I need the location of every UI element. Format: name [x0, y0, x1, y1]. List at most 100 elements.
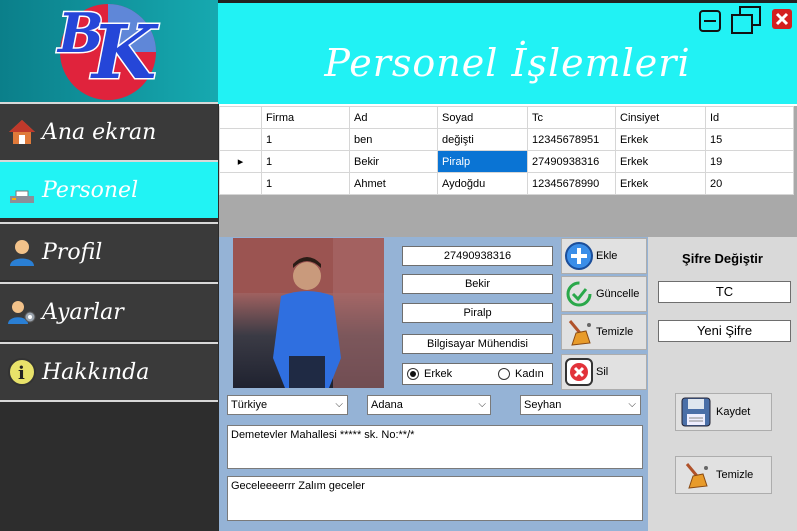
table-row[interactable]: 1 Ahmet Aydoğdu 12345678990 Erkek 20 [219, 172, 794, 195]
column-header-ad[interactable]: Ad [349, 106, 438, 129]
table-cell[interactable]: Bekir [349, 150, 438, 173]
save-button[interactable]: Kaydet [675, 393, 772, 431]
row-header[interactable] [219, 172, 262, 195]
sidebar-item-personel[interactable]: Personel [0, 160, 218, 218]
user-settings-icon [5, 295, 39, 329]
new-password-field[interactable]: Yeni Şifre [658, 320, 791, 342]
table-cell-selected[interactable]: Piralp [437, 150, 528, 173]
chevron-down-icon: ⌵ [335, 399, 343, 410]
update-button[interactable]: Güncelle [561, 276, 647, 312]
city-select[interactable]: Adana ⌵ [367, 395, 491, 415]
last-name-field[interactable]: Piralp [402, 303, 553, 323]
table-cell[interactable]: Erkek [615, 128, 706, 151]
column-header-firma[interactable]: Firma [261, 106, 350, 129]
header: Personel İşlemleri [218, 0, 797, 104]
sidebar-item-profil[interactable]: Profil [0, 222, 218, 280]
sidebar-item-ayarlar[interactable]: Ayarlar [0, 282, 218, 340]
refresh-check-icon [562, 277, 596, 311]
app-logo: B K [0, 0, 218, 102]
sidebar-item-ana-ekran[interactable]: Ana ekran [0, 102, 218, 160]
table-cell[interactable]: değişti [437, 128, 528, 151]
delete-button-label: Sil [596, 366, 609, 378]
table-row[interactable]: 1 ben değişti 12345678951 Erkek 15 [219, 128, 794, 151]
radio-unchecked-icon [498, 368, 510, 380]
table-cell[interactable]: Erkek [615, 172, 706, 195]
clear-button-label: Temizle [596, 326, 634, 338]
gender-group: Erkek Kadın [402, 363, 553, 385]
table-cell[interactable]: 1 [261, 172, 350, 195]
table-cell[interactable]: Aydoğdu [437, 172, 528, 195]
chevron-down-icon: ⌵ [478, 399, 486, 410]
tc-field[interactable]: 27490938316 [402, 246, 553, 266]
gender-male-radio[interactable]: Erkek [407, 368, 452, 380]
save-button-label: Kaydet [716, 406, 751, 418]
table-cell[interactable]: Erkek [615, 150, 706, 173]
table-cell[interactable]: 1 [261, 150, 350, 173]
password-panel: Şifre Değiştir TC Yeni Şifre Kaydet Temi… [648, 237, 797, 531]
personnel-form: 27490938316 Bekir Piralp Bilgisayar Mühe… [219, 237, 648, 531]
home-icon [5, 115, 39, 149]
password-clear-button[interactable]: Temizle [675, 456, 772, 494]
table-cell[interactable]: ben [349, 128, 438, 151]
plus-icon [562, 239, 596, 273]
personnel-table: Firma Ad Soyad Tc Cinsiyet Id 1 ben deği… [219, 106, 794, 195]
column-header-cinsiyet[interactable]: Cinsiyet [615, 106, 706, 129]
chevron-down-icon: ⌵ [628, 399, 636, 410]
table-cell[interactable]: 12345678951 [527, 128, 616, 151]
row-pointer-icon[interactable]: ▸ [219, 150, 262, 173]
maximize-button[interactable] [730, 5, 762, 35]
gender-female-label: Kadın [515, 368, 544, 380]
floppy-disk-icon [676, 396, 716, 428]
country-select[interactable]: Türkiye ⌵ [227, 395, 348, 415]
first-name-field[interactable]: Bekir [402, 274, 553, 294]
minimize-button[interactable] [698, 9, 722, 33]
clear-button[interactable]: Temizle [561, 314, 647, 350]
svg-text:i: i [18, 363, 25, 384]
broom-icon [676, 460, 716, 490]
personnel-grid[interactable]: Firma Ad Soyad Tc Cinsiyet Id 1 ben deği… [219, 104, 797, 237]
table-cell[interactable]: Ahmet [349, 172, 438, 195]
table-header-row: Firma Ad Soyad Tc Cinsiyet Id [219, 106, 794, 129]
printer-icon [5, 173, 39, 207]
radio-checked-icon [407, 368, 419, 380]
svg-text:K: K [90, 10, 159, 96]
table-cell[interactable]: 27490938316 [527, 150, 616, 173]
row-header[interactable] [219, 128, 262, 151]
delete-icon [562, 355, 596, 389]
password-tc-field[interactable]: TC [658, 281, 791, 303]
sidebar: B K Ana ekran Personel Profil Ayarlar i … [0, 0, 218, 531]
user-icon [5, 235, 39, 269]
table-cell[interactable]: 15 [705, 128, 794, 151]
column-header-soyad[interactable]: Soyad [437, 106, 528, 129]
column-header-tc[interactable]: Tc [527, 106, 616, 129]
row-header-corner [219, 106, 262, 129]
country-select-value: Türkiye [231, 399, 268, 411]
gender-female-radio[interactable]: Kadın [498, 368, 544, 380]
sidebar-item-hakkinda[interactable]: i Hakkında [0, 342, 218, 400]
page-title: Personel İşlemleri [324, 41, 691, 85]
occupation-field[interactable]: Bilgisayar Mühendisi [402, 334, 553, 354]
district-select[interactable]: Seyhan ⌵ [520, 395, 641, 415]
notes-textarea[interactable]: Geceleeeerrr Zalım geceler [227, 476, 643, 521]
password-clear-button-label: Temizle [716, 469, 754, 481]
update-button-label: Güncelle [596, 288, 640, 300]
table-cell[interactable]: 12345678990 [527, 172, 616, 195]
add-button-label: Ekle [596, 250, 618, 262]
table-cell[interactable]: 1 [261, 128, 350, 151]
city-select-value: Adana [371, 399, 403, 411]
table-cell[interactable]: 19 [705, 150, 794, 173]
personnel-photo[interactable] [233, 238, 384, 388]
table-row-selected[interactable]: ▸ 1 Bekir Piralp 27490938316 Erkek 19 [219, 150, 794, 173]
column-header-id[interactable]: Id [705, 106, 794, 129]
delete-button[interactable]: Sil [561, 354, 647, 390]
add-button[interactable]: Ekle [561, 238, 647, 274]
gender-male-label: Erkek [424, 368, 453, 380]
address-textarea[interactable]: Demetevler Mahallesi ***** sk. No:**/* [227, 425, 643, 469]
sidebar-divider [0, 400, 218, 402]
table-cell[interactable]: 20 [705, 172, 794, 195]
password-panel-title: Şifre Değiştir [682, 251, 763, 266]
info-icon: i [5, 355, 39, 389]
broom-icon [562, 315, 596, 349]
district-select-value: Seyhan [524, 399, 562, 411]
close-button[interactable] [772, 9, 792, 29]
